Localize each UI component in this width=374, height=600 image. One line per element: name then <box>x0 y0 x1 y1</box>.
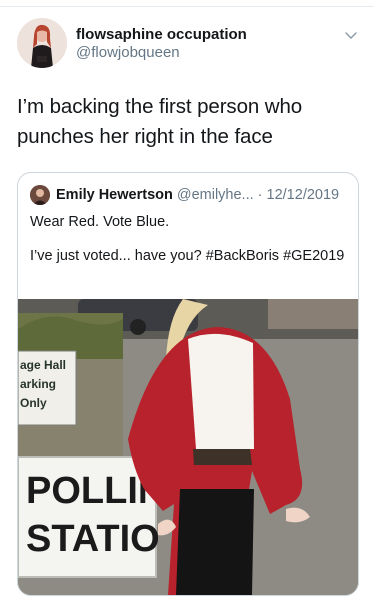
sign-small-line-1: age Hall <box>20 358 66 372</box>
sign-small-line-3: Only <box>20 396 47 410</box>
sign-large-line-2: STATIO <box>26 518 160 560</box>
tweet: flowsaphine occupation @flowjobqueen I’m… <box>0 0 374 600</box>
quoted-handle-date: @emilyhe... · 12/12/2019 <box>176 187 340 203</box>
handle[interactable]: @flowjobqueen <box>76 44 247 62</box>
divider <box>0 6 374 7</box>
tweet-text: I’m backing the first person who punches… <box>17 95 303 148</box>
quoted-text: Wear Red. Vote Blue. I’ve just voted... … <box>30 212 348 266</box>
quoted-header: Emily Hewertson @emilyhe... · 12/12/2019 <box>56 186 339 204</box>
quoted-tweet[interactable]: Emily Hewertson @emilyhe... · 12/12/2019… <box>17 172 359 596</box>
sign-small-line-2: arking <box>20 377 56 391</box>
avatar[interactable] <box>17 18 67 68</box>
quoted-display-name[interactable]: Emily Hewertson <box>56 187 173 203</box>
quoted-media-image[interactable]: age Hall arking Only POLLIN STATIO <box>18 299 358 595</box>
chevron-down-icon[interactable] <box>344 28 358 42</box>
author-info[interactable]: flowsaphine occupation @flowjobqueen <box>76 26 247 62</box>
display-name[interactable]: flowsaphine occupation <box>76 26 247 44</box>
quoted-line-2: I’ve just voted... have you? #BackBoris … <box>30 248 345 264</box>
quoted-line-1: Wear Red. Vote Blue. <box>30 214 170 230</box>
avatar[interactable] <box>30 185 50 205</box>
